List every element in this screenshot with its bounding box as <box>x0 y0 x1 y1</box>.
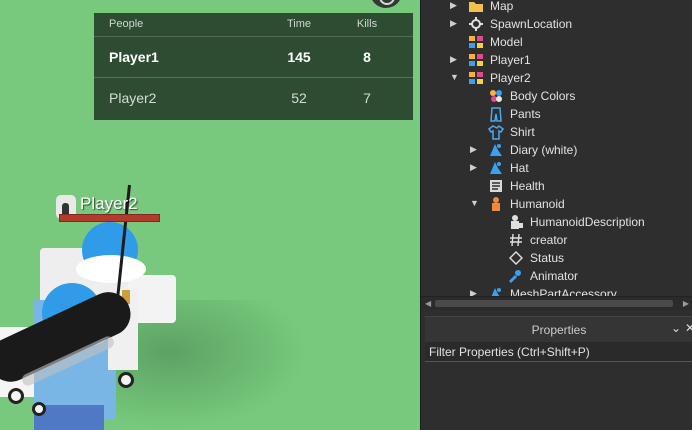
explorer-item-label: Body Colors <box>510 89 576 103</box>
collapse-arrow-icon[interactable]: ▼ <box>450 72 459 82</box>
roblox-menu-icon[interactable] <box>370 0 402 8</box>
model-icon <box>468 52 484 68</box>
nametag-label: Player2 <box>80 194 138 213</box>
explorer-item[interactable]: Health <box>421 177 692 195</box>
configuration-icon <box>508 250 524 266</box>
player-name: Player1 <box>109 49 159 65</box>
explorer-item-label: Humanoid <box>510 197 565 211</box>
explorer-item[interactable]: creator <box>421 231 692 249</box>
explorer-item[interactable]: Status <box>421 249 692 267</box>
leaderboard-row[interactable]: Player1 145 8 <box>94 37 413 77</box>
explorer-item-label: SpawnLocation <box>490 17 573 31</box>
accessory-icon <box>488 142 504 158</box>
chevron-down-icon[interactable]: ⌄ <box>671 321 681 335</box>
close-icon[interactable]: ✕ <box>685 321 692 335</box>
model-icon <box>468 70 484 86</box>
explorer-item-label: HumanoidDescription <box>530 215 645 229</box>
player-time: 145 <box>287 49 311 65</box>
explorer-item-label: Model <box>490 35 523 49</box>
value-icon <box>508 232 524 248</box>
model-icon <box>468 34 484 50</box>
explorer-item-label: Map <box>490 0 514 13</box>
explorer-item[interactable]: Body Colors <box>421 87 692 105</box>
properties-title: Properties <box>531 323 587 337</box>
humanoid-icon <box>488 196 504 212</box>
explorer-item[interactable]: Model <box>421 33 692 51</box>
explorer-item[interactable]: Pants <box>421 105 692 123</box>
collapse-arrow-icon[interactable]: ▼ <box>470 198 479 208</box>
scroll-right-icon[interactable]: ▶ <box>683 299 689 308</box>
header-time: Time <box>286 18 312 30</box>
filter-properties-input[interactable] <box>429 344 689 360</box>
explorer-item-label: Diary (white) <box>510 143 578 157</box>
expand-arrow-icon[interactable]: ▶ <box>450 0 457 11</box>
explorer-item[interactable]: Shirt <box>421 123 692 141</box>
explorer-item[interactable]: ▶ Player1 <box>421 51 692 69</box>
explorer-item-label: creator <box>530 233 568 247</box>
animator-icon <box>508 268 524 284</box>
expand-arrow-icon[interactable]: ▶ <box>470 162 477 173</box>
player-leaderboard: People Time Kills Player1 145 8 Player2 … <box>94 13 413 120</box>
shirt-icon <box>487 124 505 140</box>
leaderboard-row[interactable]: Player2 52 7 <box>94 77 413 117</box>
explorer-item-label: Player2 <box>490 71 531 85</box>
explorer-item[interactable]: ▶ SpawnLocation <box>421 15 692 33</box>
filter-properties-field[interactable] <box>425 342 692 362</box>
explorer-item-label: Shirt <box>510 125 535 139</box>
expand-arrow-icon[interactable]: ▶ <box>470 144 477 155</box>
health-bar-fill <box>60 215 159 221</box>
body-colors-icon <box>488 88 504 104</box>
accessory-icon <box>488 160 504 176</box>
explorer-item-label: Hat <box>510 161 529 175</box>
player-name: Player2 <box>109 90 157 106</box>
properties-titlebar: Properties ⌄ ✕ <box>425 316 692 342</box>
humanoid-description-icon <box>508 214 524 230</box>
explorer-item-label: Status <box>530 251 565 265</box>
player-kills: 7 <box>363 90 371 106</box>
script-icon <box>488 178 504 194</box>
explorer-item[interactable]: HumanoidDescription <box>421 213 692 231</box>
scrollbar-thumb[interactable] <box>435 300 673 307</box>
leaderboard-header: People Time Kills <box>94 13 413 37</box>
header-kills: Kills <box>356 18 378 30</box>
explorer-item[interactable]: Animator <box>421 267 692 285</box>
explorer-item[interactable]: ▶ Hat <box>421 159 692 177</box>
expand-arrow-icon[interactable]: ▶ <box>450 18 457 29</box>
properties-panel: Properties ⌄ ✕ <box>420 310 692 430</box>
horizontal-scrollbar[interactable]: ◀ ▶ <box>421 296 692 310</box>
scroll-left-icon[interactable]: ◀ <box>425 299 431 308</box>
expand-arrow-icon[interactable]: ▶ <box>450 54 457 65</box>
health-bar <box>59 214 160 222</box>
game-viewport[interactable]: People Time Kills Player1 145 8 Player2 … <box>0 0 420 430</box>
explorer-item[interactable]: ▼ Humanoid <box>421 195 692 213</box>
explorer-item[interactable]: ▼ Player2 <box>421 69 692 87</box>
explorer-panel: ▶ Map ▶ SpawnLocation Model ▶ Player1 ▼ Player2 B… <box>420 0 692 310</box>
explorer-item-label: Health <box>510 179 545 193</box>
explorer-item-label: Pants <box>510 107 541 121</box>
header-people: People <box>109 18 144 30</box>
explorer-item-label: Animator <box>530 269 579 283</box>
spawn-icon <box>468 16 484 32</box>
explorer-item-label: Player1 <box>490 53 531 67</box>
folder-icon <box>468 0 484 14</box>
explorer-item[interactable]: ▶ Map <box>421 0 692 15</box>
explorer-item[interactable]: ▶ Diary (white) <box>421 141 692 159</box>
pants-icon <box>488 106 504 122</box>
player-time: 52 <box>291 90 307 106</box>
player-kills: 8 <box>363 49 371 65</box>
